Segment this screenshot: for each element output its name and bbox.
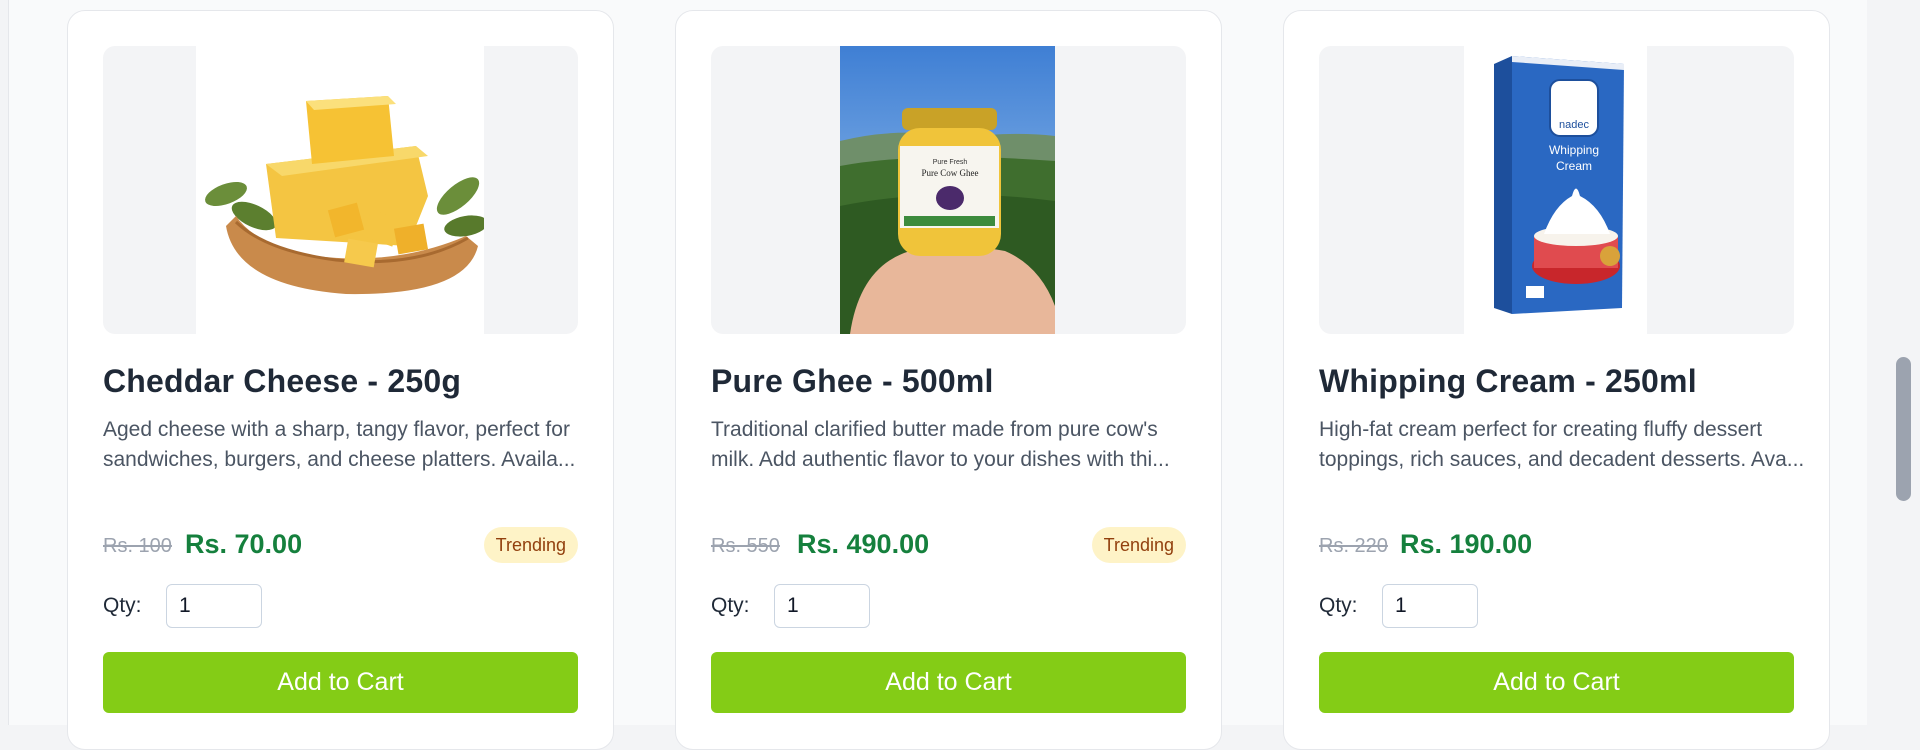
ghee-jar-image[interactable]: Pure Fresh Pure Cow Ghee xyxy=(840,46,1055,334)
product-title[interactable]: Whipping Cream - 250ml xyxy=(1319,363,1697,400)
product-description: High-fat cream perfect for creating fluf… xyxy=(1319,418,1805,471)
original-price: Rs. 220 xyxy=(1319,535,1388,557)
ghee-label-line2: Pure Cow Ghee xyxy=(922,168,979,178)
sale-price: Rs. 190.00 xyxy=(1400,529,1533,559)
add-to-cart-button[interactable]: Add to Cart xyxy=(711,652,1186,713)
qty-label: Qty: xyxy=(711,594,750,617)
scrollbar-thumb[interactable] xyxy=(1896,357,1911,501)
brand-text: nadec xyxy=(1559,119,1589,131)
product-card: Pure Fresh Pure Cow Ghee Pure Ghee - 500… xyxy=(675,10,1222,750)
product-image-frame xyxy=(103,46,578,334)
original-price: Rs. 550 xyxy=(711,535,780,557)
qty-label: Qty: xyxy=(1319,594,1358,617)
add-to-cart-button[interactable]: Add to Cart xyxy=(1319,652,1794,713)
trending-badge: Trending xyxy=(1091,527,1186,563)
product-grid-page: Cheddar Cheese - 250g Aged cheese with a… xyxy=(8,0,1867,750)
sale-price: Rs. 490.00 xyxy=(797,529,930,559)
product-image-frame: Pure Fresh Pure Cow Ghee xyxy=(711,46,1186,334)
add-to-cart-button[interactable]: Add to Cart xyxy=(103,652,578,713)
product-card: Cheddar Cheese - 250g Aged cheese with a… xyxy=(67,10,614,750)
product-card: nadec Whipping Cream Whipping Cream - 25… xyxy=(1283,10,1830,750)
product-image-frame: nadec Whipping Cream xyxy=(1319,46,1794,334)
product-title[interactable]: Pure Ghee - 500ml xyxy=(711,363,994,400)
product-description: Aged cheese with a sharp, tangy flavor, … xyxy=(103,418,576,471)
quantity-input[interactable] xyxy=(774,584,870,628)
carton-line1: Whipping xyxy=(1549,143,1599,157)
cheddar-cheese-image[interactable] xyxy=(196,46,484,334)
trending-badge: Trending xyxy=(483,527,578,563)
sale-price: Rs. 70.00 xyxy=(185,529,303,559)
quantity-input[interactable] xyxy=(1382,584,1478,628)
original-price: Rs. 100 xyxy=(103,535,172,557)
whipping-cream-image[interactable]: nadec Whipping Cream xyxy=(1464,46,1647,334)
carton-line2: Cream xyxy=(1556,159,1592,173)
ghee-label-line1: Pure Fresh xyxy=(933,159,968,166)
product-title[interactable]: Cheddar Cheese - 250g xyxy=(103,363,461,400)
product-description: Traditional clarified butter made from p… xyxy=(711,418,1170,471)
quantity-input[interactable] xyxy=(166,584,262,628)
qty-label: Qty: xyxy=(103,594,142,617)
